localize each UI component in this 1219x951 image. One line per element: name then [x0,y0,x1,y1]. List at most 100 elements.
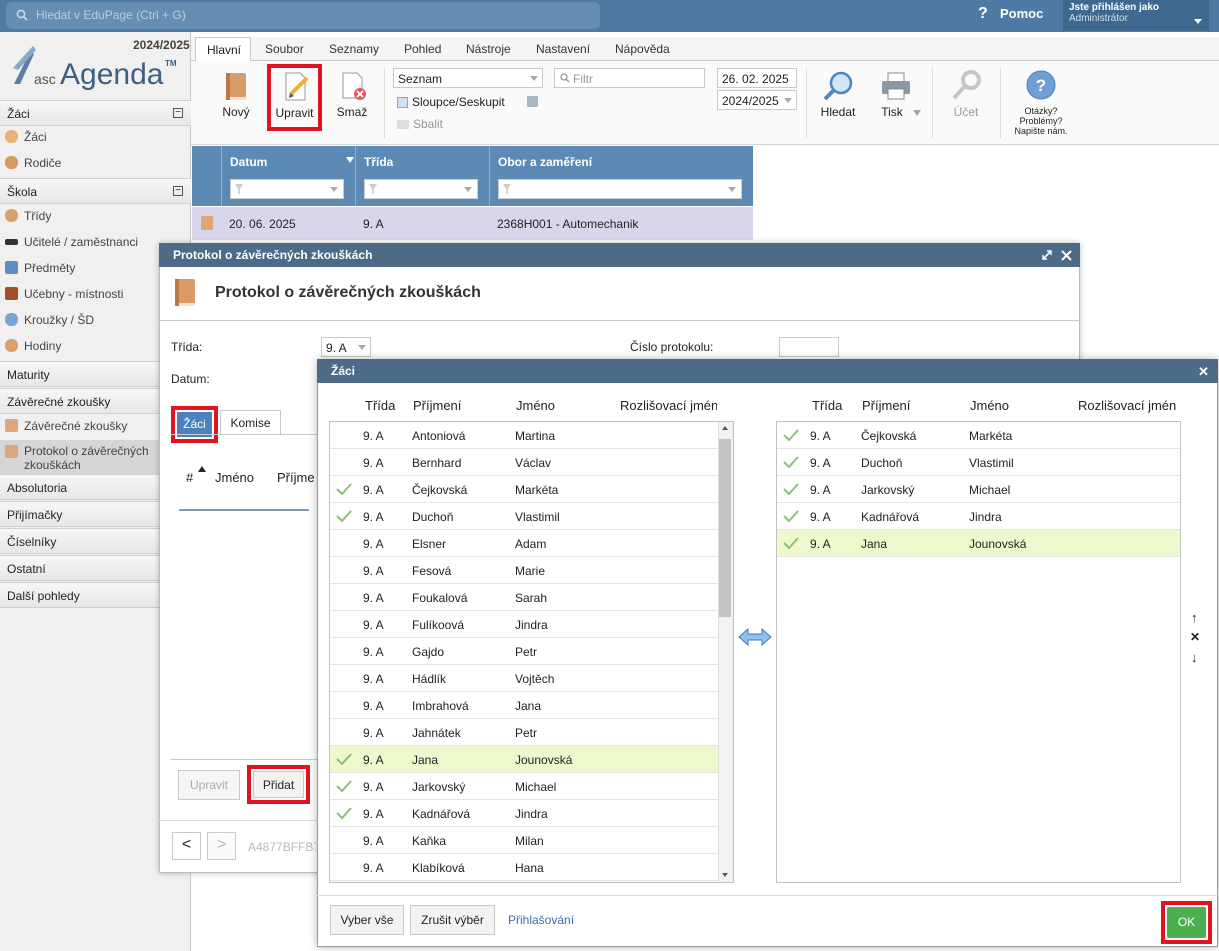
right-column-distinguishing-name[interactable]: Rozlišovací jmén [1078,398,1182,413]
available-students-list[interactable]: 9. A Antoniová Martina 9. A Bernhard Václav 9.… [329,421,734,883]
left-column-surname[interactable]: Příjmení [413,398,461,413]
sidebar-item-parents[interactable]: Rodiče [0,150,190,176]
column-header-date[interactable]: Datum [230,155,267,169]
selected-students-list[interactable]: 9. A Čejkovská Markéta 9. A Duchoň Vlastimil 9… [776,421,1181,883]
student-row[interactable]: 9. A Jarkovský Michael [777,476,1180,503]
sidebar-item-students[interactable]: Žáci [0,124,190,150]
tab-view[interactable]: Pohled [404,42,441,56]
sidebar-section-school[interactable]: Škola − [0,178,191,204]
column-header-number[interactable]: # [186,470,193,485]
ok-button[interactable]: OK [1161,901,1212,944]
school-year-select[interactable]: 2024/2025 [717,90,797,110]
scroll-down-icon[interactable] [722,873,728,877]
collapse-icon[interactable]: − [173,108,183,118]
help-icon[interactable]: ? [978,5,988,23]
student-row[interactable]: 9. A Kadnářová Jindra [777,503,1180,530]
clear-selection-button[interactable]: Zrušit výběr [410,905,495,935]
view-select[interactable]: Seznam [393,68,543,88]
close-icon[interactable] [1061,250,1072,261]
tab-settings[interactable]: Nastavení [536,42,590,56]
field-column-filter[interactable] [498,179,742,199]
search-input[interactable]: Hledat v EduPage (Ctrl + G) [6,2,600,29]
tab-file[interactable]: Soubor [265,42,304,56]
enrollment-link[interactable]: Přihlašování [508,913,574,927]
add-student-button[interactable]: Přidat [247,765,310,804]
next-record-button[interactable]: > [207,832,236,860]
transfer-arrows-icon[interactable] [738,627,772,647]
school-year-value: 2024/2025 [722,94,779,108]
right-column-name[interactable]: Jméno [970,398,1009,413]
right-column-surname[interactable]: Příjmení [862,398,910,413]
scrollbar-thumb[interactable] [719,439,731,617]
column-header-name[interactable]: Jméno [215,470,254,485]
filter-input[interactable]: Filtr [554,68,705,88]
move-up-icon[interactable]: ↑ [1191,610,1198,625]
student-row[interactable]: 9. A Kaňka Milan [330,827,718,854]
column-header-field[interactable]: Obor a zaměření [498,155,592,169]
chevron-down-icon[interactable] [913,110,921,116]
tab-lists[interactable]: Seznamy [329,42,379,56]
class-column-filter[interactable] [364,179,478,199]
collapse-button[interactable]: Sbalit [397,117,443,131]
student-row[interactable]: 9. A Elsner Adam [330,530,718,557]
student-row[interactable]: 9. A Antoniová Martina [330,422,718,449]
help-link[interactable]: Pomoc [1000,6,1043,21]
student-row[interactable]: 9. A Jana Jounovská [330,746,718,773]
ascagenda-logo[interactable]: asc Agenda TM [10,42,190,92]
collapse-icon[interactable]: − [173,186,183,196]
student-row[interactable]: 9. A Duchoň Vlastimil [330,503,718,530]
student-row[interactable]: 9. A Fulíkoová Jindra [330,611,718,638]
students-dialog-titlebar[interactable]: Žáci [317,359,1218,383]
print-button[interactable]: Tisk [874,68,924,126]
left-column-name[interactable]: Jméno [516,398,555,413]
delete-button[interactable]: Smaž [330,68,374,126]
student-row[interactable]: 9. A Fesová Marie [330,557,718,584]
columns-group-button[interactable]: Sloupce/Seskupit [397,95,505,109]
move-down-icon[interactable]: ↓ [1191,650,1198,665]
left-column-class[interactable]: Třída [365,398,395,413]
student-row[interactable]: 9. A Gajdo Petr [330,638,718,665]
student-row[interactable]: 9. A Bernhard Václav [330,449,718,476]
column-header-class[interactable]: Třída [364,155,393,169]
column-header-surname[interactable]: Příjme [277,470,315,485]
student-row[interactable]: 9. A Klabíková Hana [330,854,718,881]
student-row[interactable]: 9. A Čejkovská Markéta [777,422,1180,449]
new-button[interactable]: Nový [211,68,261,126]
student-row[interactable]: 9. A Foukalová Sarah [330,584,718,611]
remove-icon[interactable]: ✕ [1190,630,1200,644]
sidebar-section-students[interactable]: Žáci − [0,100,191,126]
student-row[interactable]: 9. A Imbrahová Jana [330,692,718,719]
close-icon[interactable]: ✕ [1198,364,1209,380]
maximize-icon[interactable] [1042,250,1052,260]
student-row[interactable]: 9. A Kadnářová Jindra [330,800,718,827]
student-row[interactable]: 9. A Jarkovský Michael [330,773,718,800]
tab-help[interactable]: Nápověda [615,42,670,56]
sidebar-item-classes[interactable]: Třídy [0,203,190,229]
student-row[interactable]: 9. A Jana Jounovská [777,530,1180,557]
scroll-up-icon[interactable] [722,426,728,430]
date-field[interactable]: 26. 02. 2025 [717,68,797,88]
left-column-distinguishing-name[interactable]: Rozlišovací jmén [620,398,717,413]
right-column-class[interactable]: Třída [812,398,842,413]
class-select[interactable]: 9. A [321,337,371,357]
feedback-button[interactable]: ? Otázky? Problémy? Napište nám. [1010,70,1072,140]
tab-main[interactable]: Hlavní [195,37,251,62]
protocol-dialog-titlebar[interactable]: Protokol o závěrečných zkouškách [159,243,1080,267]
tab-tools[interactable]: Nástroje [466,42,511,56]
date-column-filter[interactable] [230,179,344,199]
save-icon[interactable] [527,96,538,107]
tab-students[interactable]: Žáci [171,406,218,443]
protocol-number-input[interactable] [779,337,839,357]
student-row[interactable]: 9. A Jahnátek Petr [330,719,718,746]
previous-record-button[interactable]: < [172,832,201,860]
edit-student-button[interactable]: Upravit [178,770,240,800]
select-all-button[interactable]: Vyber vše [330,905,404,935]
student-row[interactable]: 9. A Duchoň Vlastimil [777,449,1180,476]
account-button[interactable]: Účet [944,68,988,126]
student-row[interactable]: 9. A Hádlík Vojtěch [330,665,718,692]
edit-button[interactable]: Upravit [267,64,322,131]
user-menu[interactable]: Jste přihlášen jako Administrátor [1063,0,1209,31]
student-row[interactable]: 9. A Čejkovská Markéta [330,476,718,503]
search-button[interactable]: Hledat [815,68,861,126]
tab-commission[interactable]: Komise [220,410,281,435]
